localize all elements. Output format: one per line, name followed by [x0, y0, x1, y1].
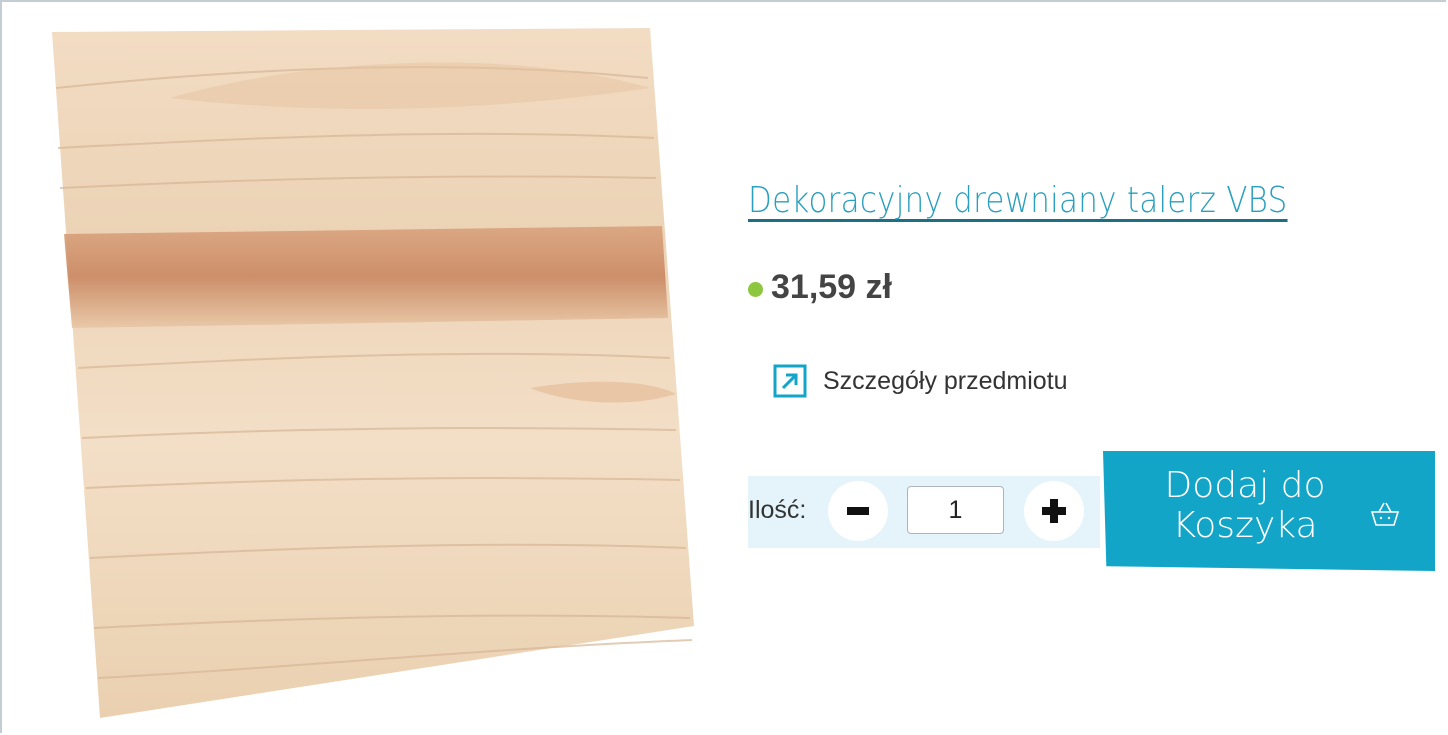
price-row: 31,59 zł: [748, 268, 892, 307]
minus-icon: [847, 507, 869, 515]
wooden-board-image: [52, 28, 694, 718]
product-price: 31,59 zł: [771, 268, 892, 306]
plus-icon: [1042, 499, 1066, 523]
quantity-increase-button[interactable]: [1024, 481, 1084, 541]
add-to-cart-label: Dodaj do Koszyka: [1164, 465, 1326, 546]
add-to-cart-button[interactable]: Dodaj do Koszyka: [1103, 451, 1435, 571]
availability-dot-icon: [748, 281, 763, 297]
product-title[interactable]: Dekoracyjny drewniany talerz VBS: [748, 180, 1288, 221]
quantity-label: Ilość:: [748, 496, 807, 524]
basket-icon: [1370, 502, 1400, 526]
quantity-input[interactable]: [907, 486, 1004, 534]
details-link[interactable]: Szczegóły przedmiotu: [773, 364, 1068, 398]
details-link-label: Szczegóły przedmiotu: [823, 366, 1068, 395]
quantity-panel: Ilość:: [748, 476, 1100, 548]
quantity-decrease-button[interactable]: [828, 481, 888, 541]
product-image[interactable]: [50, 28, 700, 718]
external-link-icon: [773, 364, 807, 398]
